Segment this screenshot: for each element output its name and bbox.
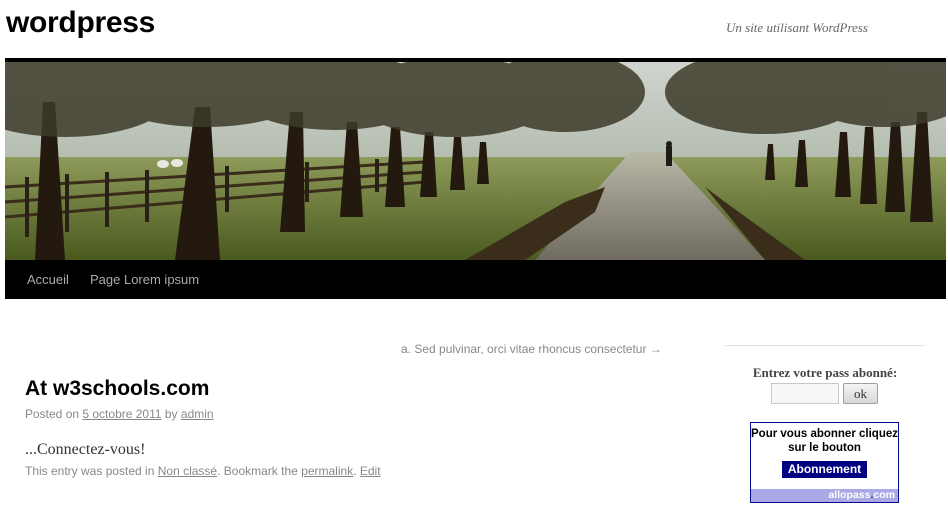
allopass-widget: Pour vous abonner cliquez sur le bouton …: [750, 422, 899, 503]
post-utility: This entry was posted in Non classé. Boo…: [25, 464, 381, 478]
by-label: by: [161, 407, 181, 421]
pass-input[interactable]: [771, 383, 839, 404]
subscribe-button[interactable]: Abonnement: [782, 461, 867, 478]
menu-item-accueil[interactable]: Accueil: [27, 260, 69, 299]
edit-link[interactable]: Edit: [360, 464, 381, 478]
sidebar-divider: [725, 345, 925, 346]
allopass-instructions: Pour vous abonner cliquez sur le bouton: [751, 428, 898, 454]
posted-on-label: Posted on: [25, 407, 83, 421]
pass-widget-title: Entrez votre pass abonné:: [752, 365, 898, 380]
header-image: [5, 62, 946, 260]
allopass-logo: allopass.com: [828, 489, 895, 501]
category-link[interactable]: Non classé: [158, 464, 217, 478]
site-title[interactable]: wordpress: [6, 6, 155, 40]
allopass-footer: allopass.com: [751, 489, 898, 502]
permalink-link[interactable]: permalink: [301, 464, 353, 478]
post-title[interactable]: At w3schools.com: [25, 377, 209, 401]
bookmark-label: . Bookmark the: [217, 464, 302, 478]
post-date-link[interactable]: 5 octobre 2011: [82, 407, 161, 421]
next-post-link[interactable]: a. Sed pulvinar, orci vitae rhoncus cons…: [401, 342, 662, 356]
separator: .: [353, 464, 360, 478]
author-link[interactable]: admin: [181, 407, 214, 421]
posted-in-label: This entry was posted in: [25, 464, 158, 478]
ok-button[interactable]: ok: [843, 383, 878, 404]
post-meta: Posted on 5 octobre 2011 by admin: [25, 407, 214, 421]
menu-item-page-lorem-ipsum[interactable]: Page Lorem ipsum: [90, 260, 199, 299]
site-description: Un site utilisant WordPress: [726, 20, 868, 35]
main-menu: Accueil Page Lorem ipsum: [5, 260, 946, 299]
post-content: ...Connectez-vous!: [25, 441, 146, 458]
